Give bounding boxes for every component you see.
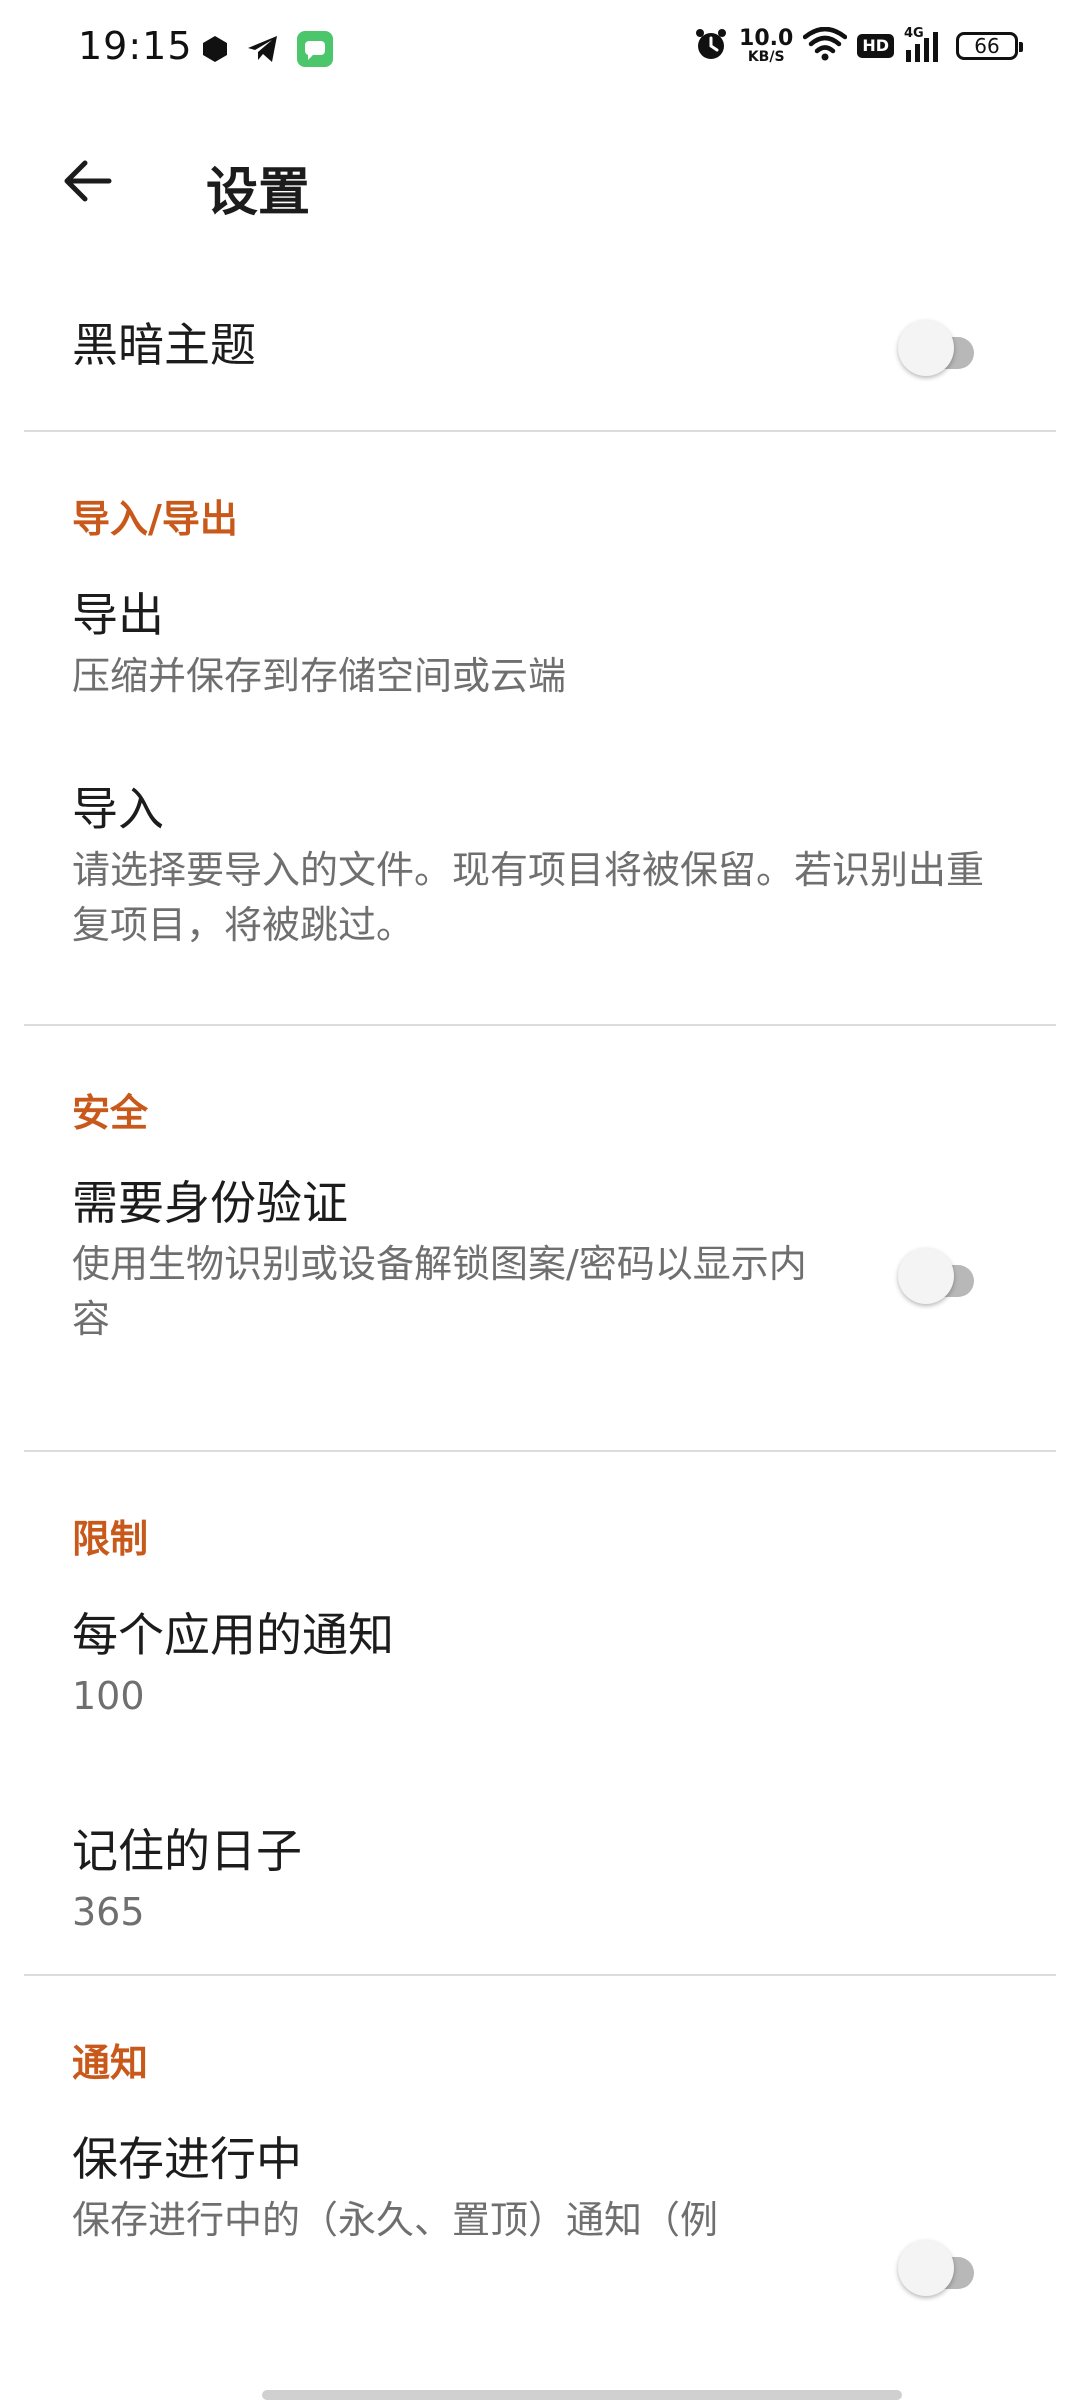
telegram-icon — [246, 34, 280, 68]
switch-thumb — [898, 1248, 954, 1304]
hd-voice-badge: HD — [857, 34, 894, 58]
require-auth-row[interactable]: 需要身份验证 使用生物识别或设备解锁图案/密码以显示内容 — [0, 1146, 1080, 1450]
notifications-per-app-title: 每个应用的通知 — [72, 1608, 394, 1662]
remember-days-title: 记住的日子 — [72, 1824, 302, 1878]
import-row[interactable]: 导入 请选择要导入的文件。现有项目将被保留。若识别出重复项目，将被跳过。 — [0, 762, 1080, 1024]
alarm-icon — [693, 26, 729, 66]
back-button[interactable] — [52, 148, 122, 218]
notification-icons — [200, 30, 334, 72]
import-text: 导入 请选择要导入的文件。现有项目将被保留。若识别出重复项目，将被跳过。 — [72, 782, 1008, 953]
arrow-left-icon — [61, 158, 113, 208]
page-title: 设置 — [206, 163, 311, 223]
save-ongoing-row[interactable]: 保存进行中 保存进行中的（永久、置顶）通知（例 — [0, 2096, 1080, 2296]
import-summary: 请选择要导入的文件。现有项目将被保留。若识别出重复项目，将被跳过。 — [72, 848, 985, 948]
save-ongoing-text: 保存进行中 保存进行中的（永久、置顶）通知（例 — [72, 2132, 832, 2248]
notifications-per-app-value: 100 — [72, 1674, 145, 1719]
network-speed-unit: KB/S — [747, 49, 785, 65]
switch-thumb — [898, 320, 954, 376]
require-auth-text: 需要身份验证 使用生物识别或设备解锁图案/密码以显示内容 — [72, 1176, 832, 1347]
category-header: 限制 — [72, 1517, 149, 1561]
remember-days-value: 365 — [72, 1890, 145, 1935]
notifications-per-app-row[interactable]: 每个应用的通知 100 — [0, 1572, 1080, 1788]
status-bar: 19:15 10.0 KB/S HD 4G 66 — [0, 0, 1080, 96]
import-title: 导入 — [72, 782, 164, 836]
notifications-per-app-text: 每个应用的通知 100 — [72, 1608, 1008, 1724]
hexagon-app-icon — [200, 34, 230, 68]
security-category: 安全 — [0, 1026, 1080, 1146]
network-speed: 10.0 KB/S — [739, 26, 794, 65]
category-header: 导入/导出 — [72, 497, 238, 541]
system-status-icons: 10.0 KB/S HD 4G 66 — [693, 26, 1023, 66]
notifications-category: 通知 — [0, 1976, 1080, 2096]
limits-category: 限制 — [0, 1452, 1080, 1572]
battery-indicator: 66 — [956, 32, 1023, 60]
dark-theme-switch[interactable] — [898, 320, 978, 376]
export-title: 导出 — [72, 588, 164, 642]
wifi-icon — [803, 26, 848, 65]
gesture-navigation-bar[interactable] — [262, 2390, 902, 2400]
network-speed-value: 10.0 — [739, 26, 794, 51]
app-bar: 设置 — [0, 120, 1080, 250]
category-header: 安全 — [72, 1091, 149, 1135]
battery-level: 66 — [974, 34, 1000, 58]
save-ongoing-title: 保存进行中 — [72, 2132, 302, 2186]
dark-theme-row[interactable]: 黑暗主题 — [0, 250, 1080, 430]
messages-app-icon — [296, 30, 334, 72]
require-auth-switch[interactable] — [898, 1248, 978, 1304]
status-time: 19:15 — [78, 24, 193, 68]
cellular-signal-icon: 4G — [904, 26, 946, 64]
require-auth-title: 需要身份验证 — [72, 1176, 348, 1230]
save-ongoing-switch[interactable] — [898, 2240, 978, 2296]
remember-days-text: 记住的日子 365 — [72, 1824, 1008, 1940]
switch-thumb — [898, 2240, 954, 2296]
category-header: 通知 — [72, 2041, 149, 2085]
require-auth-summary: 使用生物识别或设备解锁图案/密码以显示内容 — [72, 1242, 807, 1342]
settings-list: 黑暗主题 导入/导出 导出 压缩并保存到存储空间或云端 导入 请选择要导入的文件… — [0, 250, 1080, 2296]
remember-days-row[interactable]: 记住的日子 365 — [0, 1788, 1080, 1968]
dark-theme-title: 黑暗主题 — [72, 318, 256, 372]
export-text: 导出 压缩并保存到存储空间或云端 — [72, 588, 1008, 704]
import-export-category: 导入/导出 — [0, 432, 1080, 552]
export-row[interactable]: 导出 压缩并保存到存储空间或云端 — [0, 552, 1080, 762]
export-summary: 压缩并保存到存储空间或云端 — [72, 654, 567, 699]
save-ongoing-summary: 保存进行中的（永久、置顶）通知（例 — [72, 2198, 719, 2243]
